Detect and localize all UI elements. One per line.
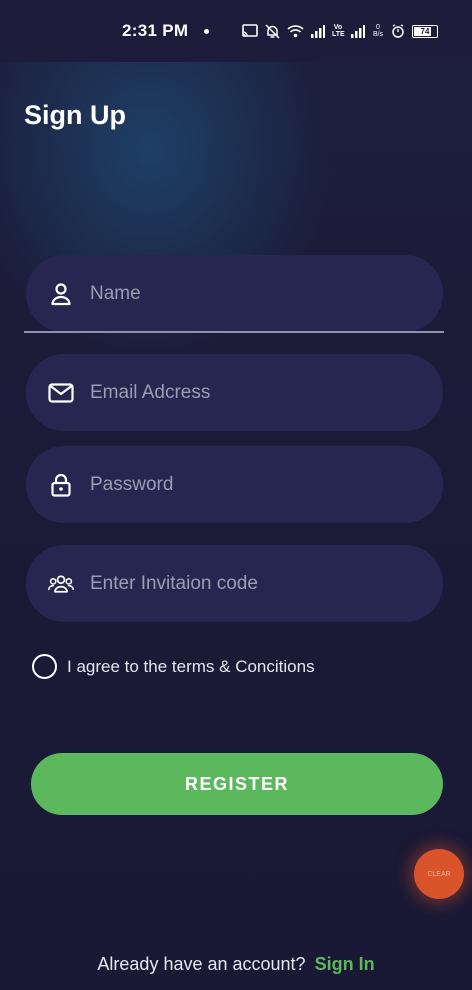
invitation-code-input[interactable]: [90, 545, 423, 622]
terms-label[interactable]: I agree to the terms & Concitions: [67, 657, 315, 677]
battery-level: 74: [420, 26, 430, 36]
mail-icon: [48, 380, 74, 406]
signal-icon-2: [351, 24, 365, 38]
lock-icon: [48, 472, 74, 498]
notification-dot: [204, 29, 209, 34]
sign-in-link[interactable]: Sign In: [315, 954, 375, 974]
email-field[interactable]: [26, 354, 443, 431]
mute-icon: [265, 23, 280, 39]
email-input[interactable]: [90, 354, 423, 431]
status-bar: 2:31 PM Vo LTE 0 B/s 74: [0, 0, 472, 62]
invitation-code-field[interactable]: [26, 545, 443, 622]
account-prompt: Already have an account?: [97, 954, 306, 974]
cast-icon: [242, 24, 258, 38]
page-title: Sign Up: [24, 100, 126, 130]
speed-label: 0 B/s: [372, 24, 384, 38]
volte-label: Vo LTE: [332, 24, 345, 38]
signal-icon: [311, 24, 325, 38]
status-icons: Vo LTE 0 B/s 74: [242, 22, 438, 40]
password-field[interactable]: [26, 446, 443, 523]
alarm-icon: [391, 24, 405, 38]
floating-action-bubble[interactable]: CLEAR: [414, 849, 464, 899]
terms-radio[interactable]: [32, 654, 57, 679]
battery-icon: 74: [412, 24, 438, 38]
name-field[interactable]: [26, 255, 443, 332]
name-field-underline: [24, 331, 444, 333]
name-input[interactable]: [90, 255, 423, 332]
person-icon: [48, 281, 74, 307]
floating-bubble-label: CLEAR: [427, 870, 451, 878]
terms-row[interactable]: I agree to the terms & Concitions: [32, 654, 315, 679]
wifi-icon: [287, 24, 304, 38]
register-button[interactable]: REGISTER: [31, 753, 443, 815]
sign-up-screen: 2:31 PM Vo LTE 0 B/s 74 Sign Up Name Ema…: [0, 0, 472, 990]
status-time: 2:31 PM: [122, 21, 189, 40]
password-input[interactable]: [90, 446, 423, 523]
group-icon: [48, 571, 74, 597]
footer: Already have an account? Sign In: [0, 954, 472, 975]
